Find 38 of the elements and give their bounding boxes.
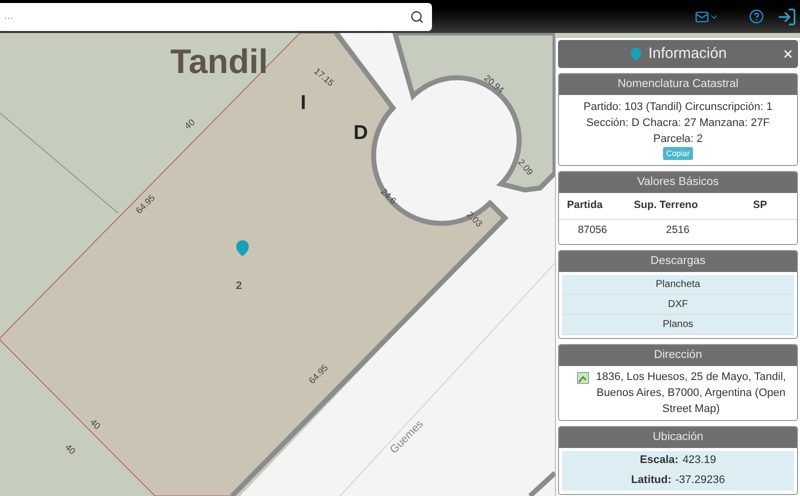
search-input[interactable]: ... bbox=[4, 8, 410, 25]
map-label: 2.03 bbox=[464, 210, 484, 229]
location-label: Escala: bbox=[640, 452, 678, 468]
section-header: Ubicación bbox=[559, 426, 797, 448]
help-icon[interactable] bbox=[749, 9, 764, 24]
section-header: Valores Básicos bbox=[559, 172, 797, 193]
section-header: Dirección bbox=[559, 344, 797, 366]
section-header: Descargas bbox=[559, 250, 797, 272]
address-text: 1836, Los Huesos, 25 de Mayo, Tandil, Buenos Aires, B7000, Argentina (Open Street Map) bbox=[595, 370, 787, 416]
map-label: I bbox=[300, 93, 306, 113]
mail-menu-button[interactable] bbox=[695, 10, 719, 24]
map-label: 40 bbox=[88, 418, 102, 432]
location-value: -37.29236 bbox=[675, 472, 725, 488]
column-header: Partida bbox=[559, 193, 626, 220]
download-link[interactable]: Planos bbox=[562, 314, 794, 334]
info-panel-title: Información bbox=[648, 44, 727, 64]
download-link[interactable]: Plancheta bbox=[562, 274, 794, 294]
download-link[interactable]: DXF bbox=[562, 294, 794, 314]
location-label: Latitud: bbox=[631, 472, 672, 488]
section-header: Nomenclatura Catastral bbox=[559, 74, 797, 95]
search-field[interactable]: ... bbox=[0, 2, 432, 30]
cadastral-text: Partido: 103 (Tandil) Circunscripción: 1 Sección: D Chacra: 27 Manzana: 27F Parcela: 2 bbox=[582, 100, 774, 147]
search-icon[interactable] bbox=[410, 10, 424, 24]
table-cell: 2516 bbox=[626, 219, 730, 242]
map-label: 24.6 bbox=[378, 187, 398, 206]
map-label: 2 bbox=[236, 281, 242, 292]
exit-icon[interactable] bbox=[777, 6, 797, 28]
location-value: 423.19 bbox=[682, 452, 716, 468]
pin-icon bbox=[629, 46, 644, 62]
map-label: D bbox=[354, 123, 368, 143]
mail-icon bbox=[695, 10, 709, 24]
column-header: SP bbox=[730, 193, 797, 220]
close-icon[interactable] bbox=[782, 48, 794, 60]
map-label: Tandil bbox=[170, 45, 268, 79]
table-cell: 87056 bbox=[559, 219, 626, 242]
map-label: 40 bbox=[183, 118, 197, 132]
column-header: Sup. Terreno bbox=[626, 193, 730, 220]
map-label: 40 bbox=[63, 442, 77, 456]
